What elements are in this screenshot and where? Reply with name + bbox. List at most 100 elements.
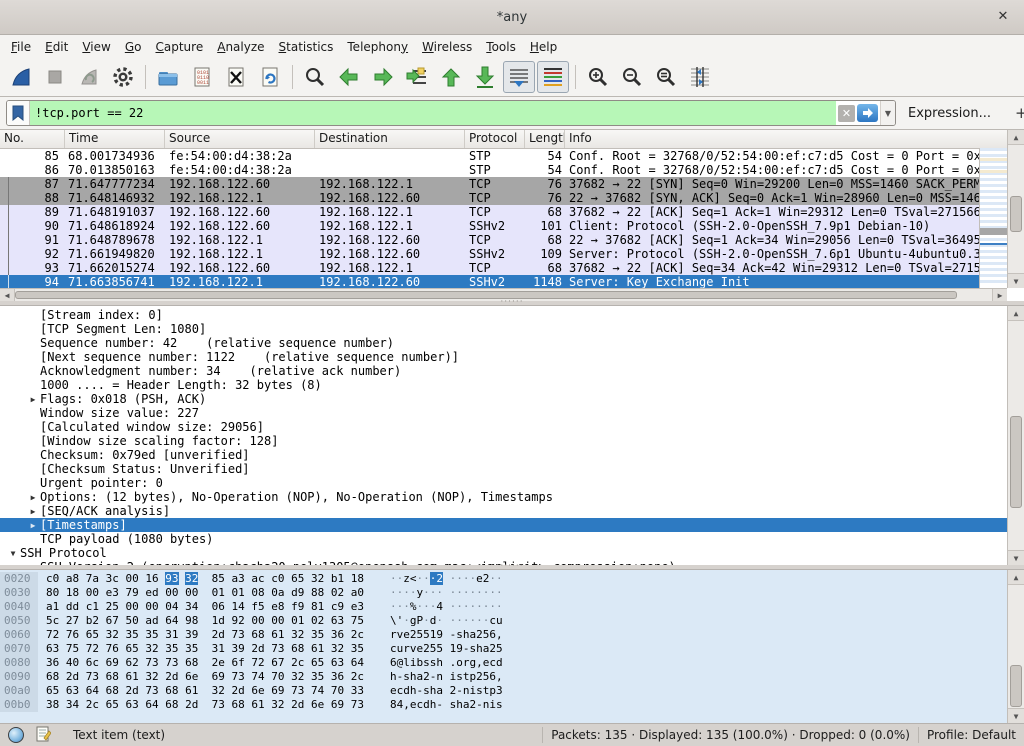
column-header-info[interactable]: Info	[565, 130, 1007, 148]
column-header-no[interactable]: No.	[0, 130, 65, 148]
scroll-up-icon[interactable]: ▲	[1008, 570, 1024, 585]
close-icon[interactable]: ✕	[994, 8, 1012, 26]
detail-line[interactable]: ▶[Timestamps]	[0, 518, 1007, 532]
detail-line[interactable]: Window size value: 227	[0, 406, 1007, 420]
column-header-destination[interactable]: Destination	[315, 130, 465, 148]
detail-line[interactable]: Urgent pointer: 0	[0, 476, 1007, 490]
menu-tools[interactable]: Tools	[479, 38, 523, 56]
column-header-protocol[interactable]: Protocol	[465, 130, 525, 148]
expander-icon[interactable]: ▼	[6, 546, 20, 560]
restart-capture-button[interactable]	[73, 61, 105, 93]
detail-line[interactable]: ▼SSH Protocol	[0, 546, 1007, 560]
scroll-thumb[interactable]	[1010, 196, 1022, 232]
detail-line[interactable]: Acknowledgment number: 34 (relative ack …	[0, 364, 1007, 378]
scroll-down-icon[interactable]: ▼	[1008, 708, 1024, 723]
colorize-toggle[interactable]	[537, 61, 569, 93]
packet-row-93[interactable]: 9371.662015274192.168.122.60192.168.122.…	[0, 261, 979, 275]
menu-go[interactable]: Go	[118, 38, 149, 56]
expander-icon[interactable]: ▶	[26, 490, 40, 504]
hex-row-00b0[interactable]: 00b038 34 2c 65 63 64 68 2d 73 68 61 32 …	[0, 698, 1007, 712]
scroll-thumb[interactable]	[1010, 665, 1022, 707]
hex-row-0020[interactable]: 0020c0 a8 7a 3c 00 16 93 32 85 a3 ac c0 …	[0, 572, 1007, 586]
filter-clear-icon[interactable]: ✕	[838, 105, 855, 122]
hex-row-0050[interactable]: 00505c 27 b2 67 50 ad 64 98 1d 92 00 00 …	[0, 614, 1007, 628]
profile-label[interactable]: Profile: Default	[927, 728, 1016, 742]
hex-row-0040[interactable]: 0040a1 dd c1 25 00 00 04 34 06 14 f5 e8 …	[0, 600, 1007, 614]
packet-list-vscrollbar[interactable]: ▲ ▼	[1007, 130, 1024, 288]
open-file-button[interactable]	[152, 61, 184, 93]
go-back-button[interactable]	[333, 61, 365, 93]
detail-line[interactable]: ▶Flags: 0x018 (PSH, ACK)	[0, 392, 1007, 406]
capture-comment-icon[interactable]	[36, 726, 51, 745]
detail-line[interactable]: [Window size scaling factor: 128]	[0, 434, 1007, 448]
detail-line[interactable]: [TCP Segment Len: 1080]	[0, 322, 1007, 336]
column-header-source[interactable]: Source	[165, 130, 315, 148]
hex-row-00a0[interactable]: 00a065 63 64 68 2d 73 68 61 32 2d 6e 69 …	[0, 684, 1007, 698]
stop-capture-button[interactable]	[39, 61, 71, 93]
menu-wireless[interactable]: Wireless	[415, 38, 479, 56]
detail-line[interactable]: ▶Options: (12 bytes), No-Operation (NOP)…	[0, 490, 1007, 504]
scroll-right-icon[interactable]: ▶	[992, 289, 1007, 301]
menu-edit[interactable]: Edit	[38, 38, 75, 56]
scroll-left-icon[interactable]: ◀	[0, 289, 15, 301]
hex-row-0060[interactable]: 006072 76 65 32 35 35 31 39 2d 73 68 61 …	[0, 628, 1007, 642]
filter-apply-button[interactable]	[857, 104, 878, 122]
add-filter-button[interactable]: +	[1009, 104, 1024, 122]
packet-row-92[interactable]: 9271.661949820192.168.122.1192.168.122.6…	[0, 247, 979, 261]
detail-line[interactable]: ▶[SEQ/ACK analysis]	[0, 504, 1007, 518]
packet-row-85[interactable]: 8568.001734936fe:54:00:d4:38:2aSTP54Conf…	[0, 149, 979, 163]
packet-row-86[interactable]: 8670.013850163fe:54:00:d4:38:2aSTP54Conf…	[0, 163, 979, 177]
menu-telephony[interactable]: Telephony	[340, 38, 415, 56]
menu-help[interactable]: Help	[523, 38, 564, 56]
menu-analyze[interactable]: Analyze	[210, 38, 271, 56]
display-filter-input[interactable]	[30, 101, 836, 125]
resize-columns-button[interactable]	[684, 61, 716, 93]
scroll-down-icon[interactable]: ▼	[1008, 550, 1024, 565]
details-vscrollbar[interactable]: ▲ ▼	[1007, 306, 1024, 565]
find-packet-button[interactable]	[299, 61, 331, 93]
zoom-in-button[interactable]	[582, 61, 614, 93]
auto-scroll-toggle[interactable]	[503, 61, 535, 93]
detail-line[interactable]: [Stream index: 0]	[0, 308, 1007, 322]
go-forward-button[interactable]	[367, 61, 399, 93]
detail-line[interactable]: 1000 .... = Header Length: 32 bytes (8)	[0, 378, 1007, 392]
hex-row-0030[interactable]: 003080 18 00 e3 79 ed 00 00 01 01 08 0a …	[0, 586, 1007, 600]
zoom-reset-button[interactable]	[650, 61, 682, 93]
scroll-thumb[interactable]	[1010, 416, 1022, 508]
expander-icon[interactable]: ▶	[26, 392, 40, 406]
detail-line[interactable]: [Next sequence number: 1122 (relative se…	[0, 350, 1007, 364]
detail-line[interactable]: Checksum: 0x79ed [unverified]	[0, 448, 1007, 462]
zoom-out-button[interactable]	[616, 61, 648, 93]
scroll-up-icon[interactable]: ▲	[1008, 306, 1024, 321]
packet-map-scrollbar[interactable]	[979, 148, 1007, 288]
menu-file[interactable]: File	[4, 38, 38, 56]
expander-icon[interactable]: ▶	[26, 504, 40, 518]
packet-row-90[interactable]: 9071.648618924192.168.122.60192.168.122.…	[0, 219, 979, 233]
close-file-button[interactable]	[220, 61, 252, 93]
packet-row-91[interactable]: 9171.648789678192.168.122.1192.168.122.6…	[0, 233, 979, 247]
go-last-button[interactable]	[469, 61, 501, 93]
expression-button[interactable]: Expression...	[908, 106, 991, 121]
go-to-packet-button[interactable]	[401, 61, 433, 93]
hex-vscrollbar[interactable]: ▲ ▼	[1007, 570, 1024, 723]
filter-bookmark-button[interactable]	[7, 101, 30, 125]
scroll-down-icon[interactable]: ▼	[1008, 273, 1024, 288]
scroll-thumb[interactable]	[15, 291, 957, 299]
packet-row-88[interactable]: 8871.648146932192.168.122.1192.168.122.6…	[0, 191, 979, 205]
hex-row-0090[interactable]: 009068 2d 73 68 61 32 2d 6e 69 73 74 70 …	[0, 670, 1007, 684]
scroll-up-icon[interactable]: ▲	[1008, 130, 1024, 145]
column-header-time[interactable]: Time	[65, 130, 165, 148]
menu-statistics[interactable]: Statistics	[272, 38, 341, 56]
expander-icon[interactable]: ▶	[26, 518, 40, 532]
go-first-button[interactable]	[435, 61, 467, 93]
detail-line[interactable]: Sequence number: 42 (relative sequence n…	[0, 336, 1007, 350]
column-header-length[interactable]: Length	[525, 130, 565, 148]
reload-file-button[interactable]	[254, 61, 286, 93]
save-file-button[interactable]: 010101100011	[186, 61, 218, 93]
start-capture-button[interactable]	[5, 61, 37, 93]
packet-row-89[interactable]: 8971.648191037192.168.122.60192.168.122.…	[0, 205, 979, 219]
capture-options-button[interactable]	[107, 61, 139, 93]
menu-capture[interactable]: Capture	[148, 38, 210, 56]
hex-row-0080[interactable]: 008036 40 6c 69 62 73 73 68 2e 6f 72 67 …	[0, 656, 1007, 670]
detail-line[interactable]: TCP payload (1080 bytes)	[0, 532, 1007, 546]
